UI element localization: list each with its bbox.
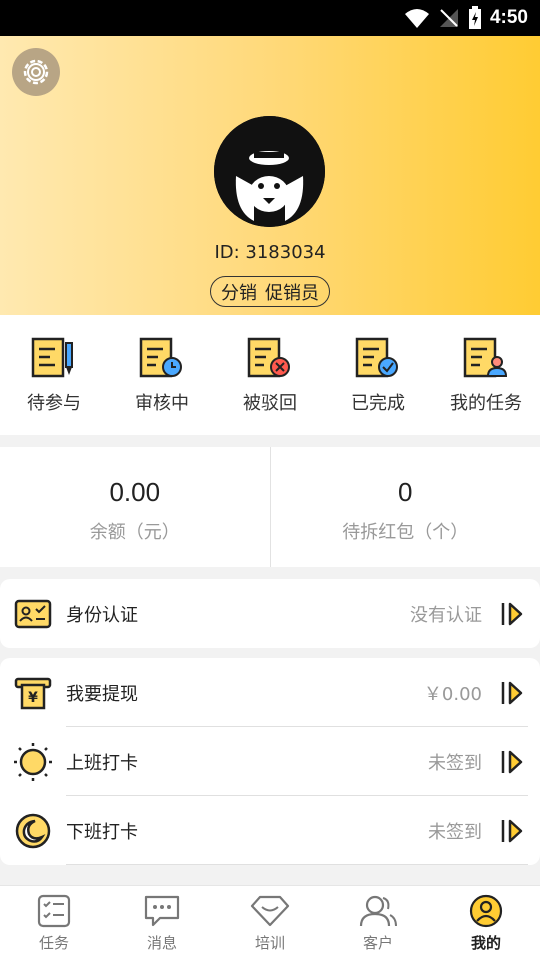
nav-tasks-label: 任务 [38,934,69,952]
nav-training-label: 培训 [254,934,285,952]
sun-icon [14,742,52,781]
wifi-icon [404,9,429,28]
task-reviewing-icon [139,337,182,378]
task-rejected-icon [247,337,290,378]
identity-status: 没有认证 [410,604,482,626]
message-icon [144,895,180,927]
red-packet-label: 待拆红包（个） [342,522,469,543]
clock-out-label: 下班打卡 [66,821,138,843]
row-divider [66,864,528,865]
nav-messages-label: 消息 [146,934,177,952]
chevron-right-icon [501,750,523,773]
id-card-icon [14,595,52,633]
nav-customers[interactable]: 客户 [324,886,432,960]
task-pending-button[interactable]: 待参与 [0,315,108,435]
clock-out-status: 未签到 [428,821,482,843]
role-badge: 分销 促销员 [210,276,330,307]
task-status-bar: 待参与 审核中 被驳回 已完成 我的任务 [0,315,540,435]
profile-icon [469,894,503,928]
actions-card: ¥ 我要提现 ￥0.00 上班打卡 未签到 下班打卡 未签到 [0,658,540,865]
withdraw-row[interactable]: ¥ 我要提现 ￥0.00 [0,658,540,727]
task-rejected-label: 被驳回 [243,393,297,414]
nav-profile[interactable]: 我的 [432,886,540,960]
identity-row[interactable]: 身份认证 没有认证 [0,579,540,648]
clock-out-row[interactable]: 下班打卡 未签到 [0,796,540,865]
status-bar: 4:50 [0,0,540,36]
nav-customers-label: 客户 [362,934,393,952]
my-task-button[interactable]: 我的任务 [432,315,540,435]
chevron-right-icon [501,681,523,704]
task-reviewing-label: 审核中 [135,393,189,414]
my-task-icon [463,337,508,378]
balance-value: 0.00 [109,477,161,507]
customers-icon [359,895,397,927]
avatar[interactable] [214,116,325,227]
user-id: ID: 3183034 [214,242,326,263]
task-completed-icon [355,337,398,378]
task-pending-label: 待参与 [27,393,81,414]
balance-label: 余额（元） [89,522,180,543]
task-completed-button[interactable]: 已完成 [324,315,432,435]
task-list-icon [37,894,71,928]
clock-in-status: 未签到 [428,752,482,774]
role-distribution: 分销 [221,282,257,304]
training-icon [250,895,290,927]
clock-in-label: 上班打卡 [66,752,138,774]
profile-header: ID: 3183034 分销 促销员 [0,36,540,315]
withdraw-icon: ¥ [14,674,52,712]
role-promoter: 促销员 [265,282,319,304]
withdraw-amount: ￥0.00 [423,683,482,705]
moon-icon [14,812,52,850]
alpaca-avatar-icon [214,116,325,227]
svg-text:¥: ¥ [28,690,38,706]
balance-stat[interactable]: 0.00 余额（元） [0,447,270,567]
nav-training[interactable]: 培训 [216,886,324,960]
red-packet-value: 0 [398,477,413,507]
my-task-label: 我的任务 [450,393,522,414]
nav-tasks[interactable]: 任务 [0,886,108,960]
chevron-right-icon [501,602,523,625]
identity-label: 身份认证 [66,604,138,626]
task-reviewing-button[interactable]: 审核中 [108,315,216,435]
status-time: 4:50 [489,7,528,28]
red-packet-stat[interactable]: 0 待拆红包（个） [271,447,540,567]
chevron-right-icon [501,819,523,842]
task-pending-icon [31,337,73,378]
gear-icon [23,59,49,85]
clock-in-row[interactable]: 上班打卡 未签到 [0,727,540,796]
bottom-nav: 任务 消息 培训 客户 我的 [0,885,540,960]
battery-charging-icon [468,6,481,29]
nav-profile-label: 我的 [470,934,501,952]
withdraw-label: 我要提现 [66,683,138,705]
identity-card: 身份认证 没有认证 [0,579,540,648]
settings-button[interactable] [12,48,60,96]
no-signal-icon [439,9,458,27]
stats-panel: 0.00 余额（元） 0 待拆红包（个） [0,447,540,567]
task-rejected-button[interactable]: 被驳回 [216,315,324,435]
task-completed-label: 已完成 [351,393,405,414]
nav-messages[interactable]: 消息 [108,886,216,960]
